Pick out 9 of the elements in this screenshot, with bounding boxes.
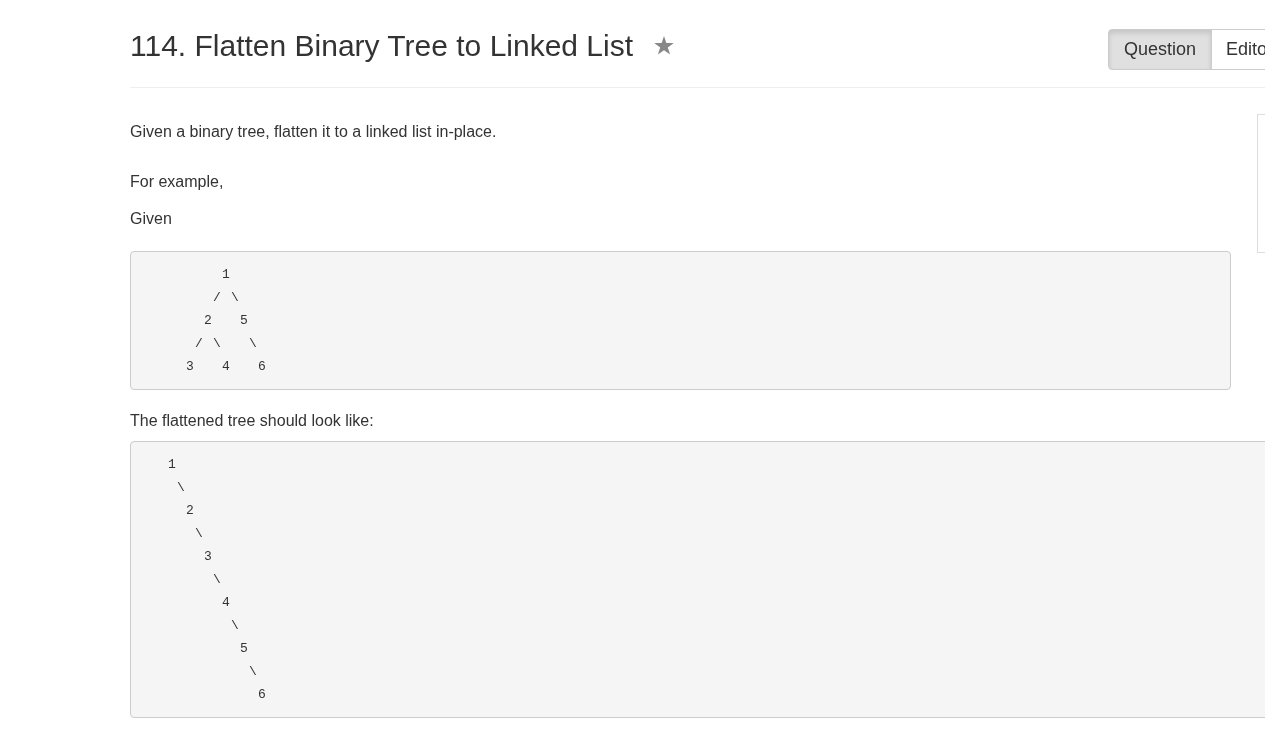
- example-label: For example,: [130, 172, 225, 192]
- tab[interactable]: Question: [1108, 29, 1213, 70]
- given-label: Given: [130, 209, 173, 229]
- intro-text: Given a binary tree, flatten it to a linked list in-place.: [130, 122, 498, 142]
- problem-title: 114. Flatten Binary Tree to Linked List: [130, 29, 634, 62]
- code-block: 1 / \ 2 5 / \ \ 3 4 6: [130, 251, 1231, 390]
- star-icon[interactable]: [654, 36, 675, 55]
- code-block: 1 \ 2 \ 3 \ 4 \ 5 \ 6: [130, 441, 1265, 718]
- caption-text: The flattened tree should look like:: [130, 411, 375, 431]
